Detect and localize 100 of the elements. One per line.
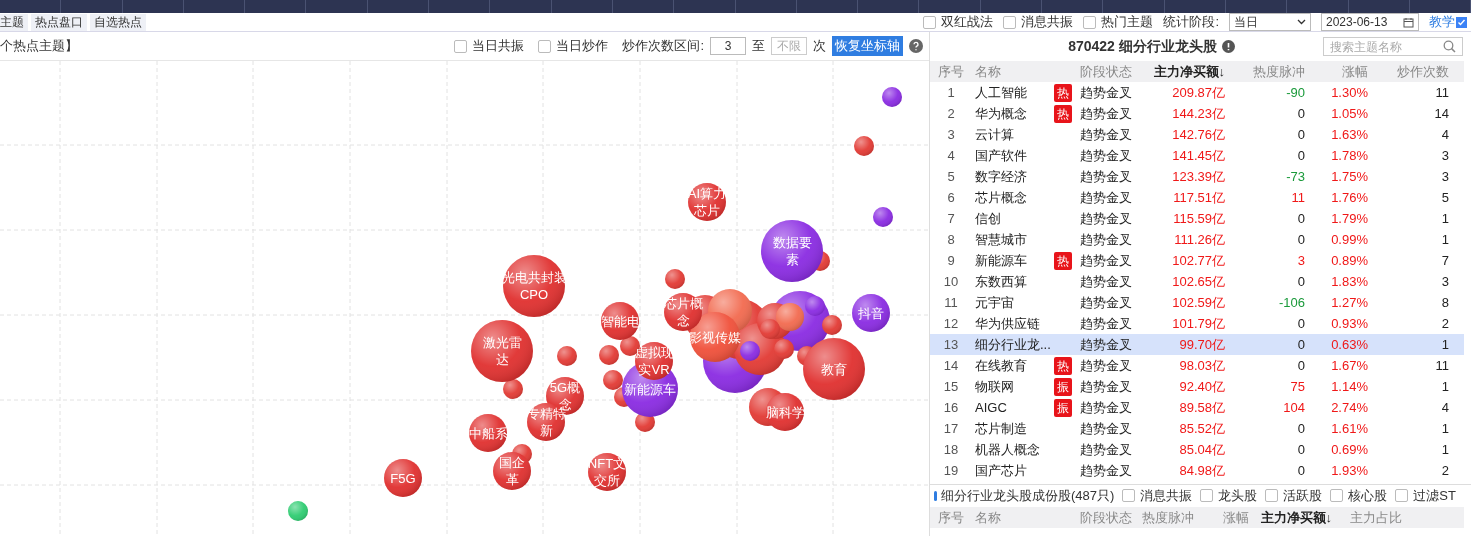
bubble-label: 交所	[594, 473, 620, 488]
badge: 热	[1054, 251, 1072, 270]
table-cell-text: 1.30%	[1330, 83, 1368, 102]
bubble-label: 中船系	[468, 425, 508, 441]
table-cell-text: 8	[946, 230, 956, 249]
table-cell-text: 141.45亿	[1171, 146, 1225, 165]
bubble-label: 激光雷	[482, 335, 522, 350]
table-cell-text: 趋势金叉	[1079, 377, 1133, 396]
table-cell-text: 趋势金叉	[1079, 314, 1133, 333]
table-cell-text: 趋势金叉	[1079, 398, 1133, 417]
bubble-label: 数据要	[772, 235, 812, 250]
badge: 热	[1054, 356, 1072, 375]
table-cell-text: 89.58亿	[1178, 398, 1225, 417]
table-cell-text: 0	[1296, 440, 1305, 459]
bubble-label: F5G	[390, 470, 416, 486]
table-cell-text: 0.99%	[1330, 230, 1368, 249]
table-cell-text: 13	[942, 335, 960, 354]
bubble-label: 芯片	[694, 203, 720, 218]
table-cell-text: 趋势金叉	[1079, 251, 1133, 270]
table-cell-text: 趋势金叉	[1079, 209, 1133, 228]
table-cell-text: 1	[1440, 419, 1449, 438]
table-cell-text: 2	[1440, 461, 1449, 480]
table-cell-text: 趋势金叉	[1079, 125, 1133, 144]
table-cell-text: 4	[1440, 125, 1449, 144]
table-cell-text: 102.59亿	[1171, 293, 1225, 312]
bubble-label: 影视传媒	[689, 329, 741, 345]
table-cell-text: 3	[1296, 251, 1305, 270]
unit-label: 次	[813, 37, 826, 56]
table-cell-text: 元宇宙	[974, 293, 1015, 312]
table-cell-text: 1.78%	[1330, 146, 1368, 165]
table-cell-text: 117.51亿	[1172, 188, 1225, 207]
table-cell-text: 5	[1440, 188, 1449, 207]
table-cell-text: 7	[1440, 251, 1449, 270]
panel-title: 870422 细分行业龙头股	[1068, 37, 1217, 56]
table-cell-text: 0	[1296, 461, 1305, 480]
bubble-label: 智能电	[600, 313, 640, 329]
table-cell-text: 趋势金叉	[1079, 293, 1133, 312]
table-cell-text: 0	[1296, 356, 1305, 375]
table-cell-text: 7	[946, 209, 956, 228]
table-cell-text: 17	[942, 419, 960, 438]
table-cell-text: 趋势金叉	[1079, 272, 1133, 291]
table-cell-text: 0	[1296, 335, 1305, 354]
table-cell-text: 3	[1440, 146, 1449, 165]
table-cell-text: 92.40亿	[1178, 377, 1225, 396]
table-cell-text: 3	[1440, 272, 1449, 291]
table-cell-text: 144.23亿	[1171, 104, 1225, 123]
table-cell-text: 85.52亿	[1178, 419, 1225, 438]
table-cell-text: 0	[1296, 125, 1305, 144]
bubble-label: 念	[676, 313, 690, 328]
table-cell-text: 18	[942, 440, 960, 459]
table-cell-text: 趋势金叉	[1079, 146, 1133, 165]
table-cell-text: 国产芯片	[974, 461, 1028, 480]
table-cell-text: 99.70亿	[1178, 335, 1225, 354]
table-cell-text: 0	[1296, 209, 1305, 228]
table-cell-text: 123.39亿	[1171, 167, 1225, 186]
table-cell-text: 115.59亿	[1172, 209, 1225, 228]
table-cell-text: 1	[1440, 335, 1449, 354]
table-cell-text: 1.76%	[1330, 188, 1368, 207]
table-cell-text: 芯片概念	[974, 188, 1028, 207]
table-cell-text: 东数西算	[974, 272, 1028, 291]
table-cell-text: 2.74%	[1330, 398, 1368, 417]
table-cell-text: 4	[1440, 398, 1449, 417]
table-cell-text: 1	[1440, 209, 1449, 228]
table-cell-text: 1.14%	[1330, 377, 1368, 396]
bubble-label: 新能源车	[624, 381, 676, 397]
period-label: 统计阶段:	[1163, 13, 1219, 32]
table-cell-text: 1.83%	[1330, 272, 1368, 291]
table-cell-text: 104	[1282, 398, 1305, 417]
table-cell-text: 11	[943, 293, 959, 312]
table-cell-text: 101.79亿	[1171, 314, 1225, 333]
table-cell-text: 智慧城市	[974, 230, 1028, 249]
table-cell-text: 芯片制造	[974, 419, 1028, 438]
table-cell-text: 0	[1296, 272, 1305, 291]
table-cell-text: 国产软件	[974, 146, 1028, 165]
table-cell-text: 75	[1289, 377, 1305, 396]
bubble-label: 抖音	[858, 305, 884, 321]
table-cell-text: 102.77亿	[1171, 251, 1225, 270]
table-cell-text: 0	[1296, 419, 1305, 438]
table-cell-text: 1.63%	[1330, 125, 1368, 144]
table-cell-text: 0	[1296, 146, 1305, 165]
table-cell-text: 人工智能	[974, 83, 1028, 102]
table-cell-text: 4	[946, 146, 956, 165]
table-cell-text: 12	[942, 314, 960, 333]
table-cell-text: 华为供应链	[974, 314, 1041, 333]
table-cell-text: 0	[1296, 314, 1305, 333]
table-cell-text: 14	[1433, 104, 1449, 123]
table-cell-text: 8	[1440, 293, 1449, 312]
bubble-label: CPO	[519, 287, 549, 302]
table-cell-text: 趋势金叉	[1079, 167, 1133, 186]
bubble-label: 素	[785, 252, 799, 267]
table-cell-text: 趋势金叉	[1079, 356, 1133, 375]
table-cell-text: 在线教育	[974, 356, 1028, 375]
table-cell-text: 3	[946, 125, 956, 144]
table-cell-text: 9	[946, 251, 956, 270]
table-cell-text: 111.26亿	[1173, 230, 1225, 249]
table-cell-text: 1	[1440, 377, 1449, 396]
table-cell-text: 趋势金叉	[1079, 335, 1133, 354]
bubble-label: 革	[505, 472, 519, 487]
table-cell-text: 10	[942, 272, 960, 291]
table-cell-text: 1	[1440, 230, 1449, 249]
